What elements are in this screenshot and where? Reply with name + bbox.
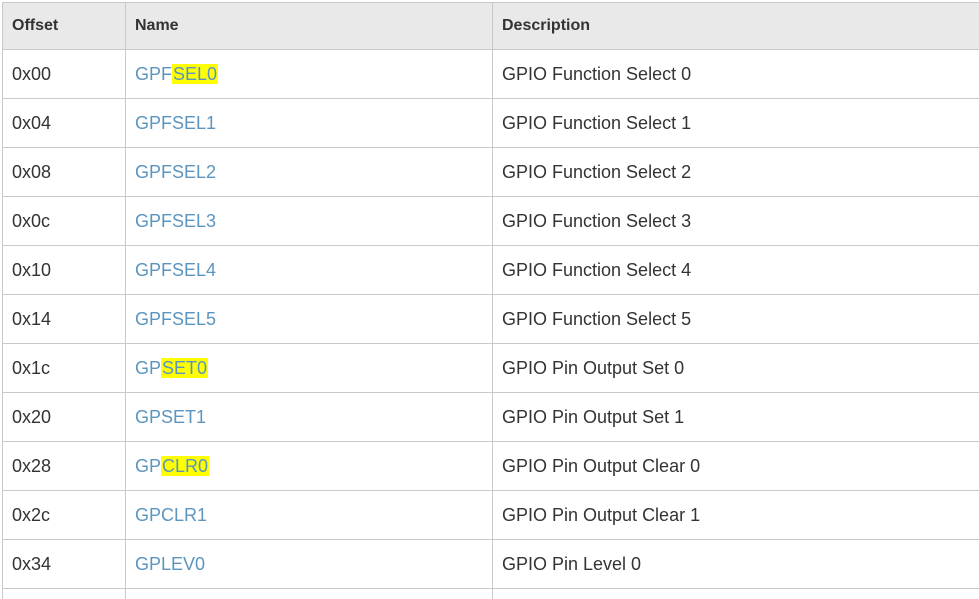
register-name-link[interactable]: GPSET1 bbox=[135, 407, 206, 427]
empty-cell bbox=[493, 589, 979, 599]
description-cell: GPIO Pin Output Clear 0 bbox=[493, 442, 979, 491]
name-cell: GPCLR1 bbox=[126, 491, 493, 540]
table-row: 0x10 GPFSEL4 GPIO Function Select 4 bbox=[3, 246, 979, 295]
description-cell: GPIO Function Select 0 bbox=[493, 50, 979, 99]
table-row: 0x04 GPFSEL1 GPIO Function Select 1 bbox=[3, 99, 979, 148]
name-cell: GPFSEL5 bbox=[126, 295, 493, 344]
register-name-text: GPFSEL1 bbox=[135, 113, 216, 133]
table-row: 0x28 GPCLR0 GPIO Pin Output Clear 0 bbox=[3, 442, 979, 491]
offset-cell: 0x20 bbox=[3, 393, 126, 442]
register-name-text: GPCLR1 bbox=[135, 505, 207, 525]
offset-cell: 0x1c bbox=[3, 344, 126, 393]
register-name-highlight: SET0 bbox=[161, 358, 208, 378]
register-name-link[interactable]: GPCLR0 bbox=[135, 456, 209, 476]
register-name-link[interactable]: GPFSEL0 bbox=[135, 64, 218, 84]
register-name-link[interactable]: GPLEV0 bbox=[135, 554, 205, 574]
table-row-partial bbox=[3, 589, 979, 599]
register-name-text: GPF bbox=[135, 64, 172, 84]
table-row: 0x20 GPSET1 GPIO Pin Output Set 1 bbox=[3, 393, 979, 442]
register-name-text: GPFSEL3 bbox=[135, 211, 216, 231]
header-row: Offset Name Description bbox=[3, 3, 979, 50]
register-name-text: GPFSEL4 bbox=[135, 260, 216, 280]
register-name-link[interactable]: GPFSEL2 bbox=[135, 162, 216, 182]
register-name-link[interactable]: GPFSEL1 bbox=[135, 113, 216, 133]
register-name-link[interactable]: GPCLR1 bbox=[135, 505, 207, 525]
register-name-link[interactable]: GPFSEL4 bbox=[135, 260, 216, 280]
offset-cell: 0x28 bbox=[3, 442, 126, 491]
table-row: 0x1c GPSET0 GPIO Pin Output Set 0 bbox=[3, 344, 979, 393]
description-cell: GPIO Function Select 2 bbox=[493, 148, 979, 197]
name-cell: GPLEV0 bbox=[126, 540, 493, 589]
description-cell: GPIO Pin Level 0 bbox=[493, 540, 979, 589]
description-cell: GPIO Function Select 1 bbox=[493, 99, 979, 148]
offset-cell: 0x14 bbox=[3, 295, 126, 344]
description-cell: GPIO Pin Output Set 1 bbox=[493, 393, 979, 442]
offset-cell: 0x04 bbox=[3, 99, 126, 148]
table-row: 0x08 GPFSEL2 GPIO Function Select 2 bbox=[3, 148, 979, 197]
name-cell: GPFSEL4 bbox=[126, 246, 493, 295]
register-name-text: GPLEV0 bbox=[135, 554, 205, 574]
register-table: Offset Name Description 0x00 GPFSEL0 GPIO … bbox=[2, 2, 979, 599]
register-rows: 0x00 GPFSEL0 GPIO Function Select 0 0x04 GPF… bbox=[3, 50, 979, 599]
name-cell: GPSET0 bbox=[126, 344, 493, 393]
offset-cell: 0x08 bbox=[3, 148, 126, 197]
description-cell: GPIO Function Select 4 bbox=[493, 246, 979, 295]
offset-cell: 0x34 bbox=[3, 540, 126, 589]
offset-cell: 0x0c bbox=[3, 197, 126, 246]
empty-cell bbox=[126, 589, 493, 599]
table-row: 0x00 GPFSEL0 GPIO Function Select 0 bbox=[3, 50, 979, 99]
register-name-text: GPFSEL2 bbox=[135, 162, 216, 182]
register-name-link[interactable]: GPSET0 bbox=[135, 358, 208, 378]
register-name-text: GP bbox=[135, 358, 161, 378]
name-cell: GPFSEL2 bbox=[126, 148, 493, 197]
table-row: 0x0c GPFSEL3 GPIO Function Select 3 bbox=[3, 197, 979, 246]
name-cell: GPFSEL3 bbox=[126, 197, 493, 246]
offset-cell: 0x10 bbox=[3, 246, 126, 295]
offset-cell: 0x00 bbox=[3, 50, 126, 99]
header-name: Name bbox=[126, 3, 493, 50]
header-description: Description bbox=[493, 3, 979, 50]
table-row: 0x14 GPFSEL5 GPIO Function Select 5 bbox=[3, 295, 979, 344]
name-cell: GPFSEL1 bbox=[126, 99, 493, 148]
name-cell: GPFSEL0 bbox=[126, 50, 493, 99]
register-name-text: GPSET1 bbox=[135, 407, 206, 427]
table-row: 0x34 GPLEV0 GPIO Pin Level 0 bbox=[3, 540, 979, 589]
description-cell: GPIO Function Select 5 bbox=[493, 295, 979, 344]
description-cell: GPIO Pin Output Clear 1 bbox=[493, 491, 979, 540]
register-name-text: GPFSEL5 bbox=[135, 309, 216, 329]
register-name-highlight: SEL0 bbox=[172, 64, 218, 84]
register-name-link[interactable]: GPFSEL5 bbox=[135, 309, 216, 329]
register-name-highlight: CLR0 bbox=[161, 456, 209, 476]
description-cell: GPIO Pin Output Set 0 bbox=[493, 344, 979, 393]
name-cell: GPSET1 bbox=[126, 393, 493, 442]
register-name-link[interactable]: GPFSEL3 bbox=[135, 211, 216, 231]
offset-cell: 0x2c bbox=[3, 491, 126, 540]
header-offset: Offset bbox=[3, 3, 126, 50]
name-cell: GPCLR0 bbox=[126, 442, 493, 491]
table-row: 0x2c GPCLR1 GPIO Pin Output Clear 1 bbox=[3, 491, 979, 540]
empty-cell bbox=[3, 589, 126, 599]
register-name-text: GP bbox=[135, 456, 161, 476]
description-cell: GPIO Function Select 3 bbox=[493, 197, 979, 246]
